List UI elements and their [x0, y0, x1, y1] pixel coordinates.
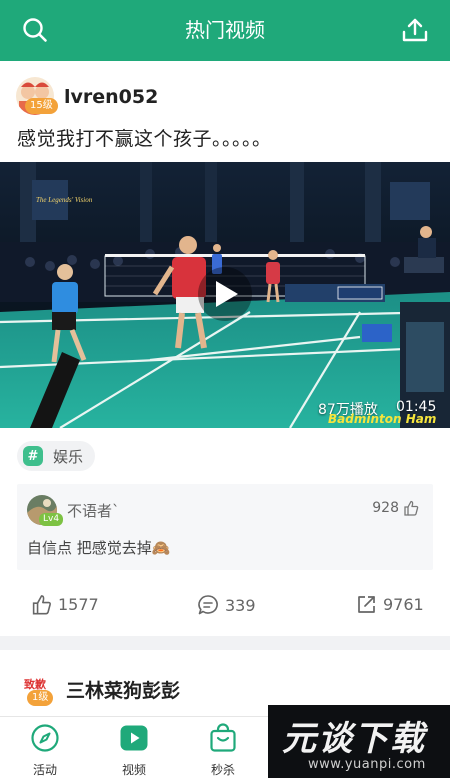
- tab-flash-sale[interactable]: 秒杀: [193, 723, 253, 778]
- watermark-text: 元谈下载: [282, 719, 426, 759]
- comment-text: 自信点 把感觉去掉🙈: [27, 539, 171, 557]
- comment-count: 339: [225, 595, 256, 615]
- level-badge: 15级: [25, 98, 58, 114]
- share-count: 9761: [383, 595, 424, 614]
- tab-label: 视频: [121, 763, 146, 777]
- comment-like-button[interactable]: 928: [372, 500, 419, 516]
- hashtag-icon: #: [23, 446, 43, 466]
- svg-text:致歉: 致歉: [24, 677, 46, 691]
- share-button[interactable]: 9761: [356, 594, 424, 615]
- tab-label: 秒杀: [210, 763, 235, 777]
- shopping-bag-icon: [210, 723, 236, 752]
- tab-label: 活动: [32, 763, 57, 777]
- post-header: 15级 lvren052 感觉我打不赢这个孩子。。。。。: [0, 61, 450, 161]
- comment-author[interactable]: 不语者`: [67, 500, 120, 521]
- video-watermark: Badminton Ham: [328, 412, 437, 426]
- top-bar: 热门视频: [0, 0, 450, 61]
- next-post-username[interactable]: 三林菜狗彭彭: [66, 676, 180, 703]
- thumbs-up-icon: [404, 500, 419, 516]
- thumbs-up-icon: [32, 595, 51, 615]
- share-icon: [358, 596, 375, 613]
- tab-video[interactable]: 视频: [104, 723, 164, 778]
- comment-like-count: 928: [372, 500, 399, 516]
- tag-label: 娱乐: [53, 447, 84, 466]
- page-title: 热门视频: [185, 18, 265, 42]
- post-actions: 1577 339 9761: [0, 586, 450, 628]
- feed-divider: [0, 636, 450, 650]
- username[interactable]: lvren052: [64, 86, 158, 108]
- upload-icon: [402, 18, 428, 42]
- comment-button[interactable]: 339: [197, 594, 256, 616]
- top-comment[interactable]: Lv4 不语者` 928 自信点 把感觉去掉🙈: [17, 484, 433, 570]
- arena-sign: The Legends' Vision: [36, 196, 93, 204]
- comment-level-badge: Lv4: [39, 513, 64, 526]
- compass-icon: [31, 724, 59, 752]
- play-button[interactable]: [198, 267, 252, 321]
- video-player[interactable]: The Legends' Vision: [0, 162, 450, 428]
- topic-tag[interactable]: # 娱乐: [17, 441, 96, 471]
- like-button[interactable]: 1577: [31, 594, 99, 615]
- next-post-level-badge: 1级: [27, 690, 54, 706]
- video-play-icon: [120, 725, 148, 751]
- post-text: 感觉我打不赢这个孩子。。。。。: [17, 128, 272, 150]
- watermark-url: www.yuanpi.com: [308, 757, 426, 772]
- upload-button[interactable]: [395, 12, 435, 48]
- like-count: 1577: [58, 595, 99, 614]
- watermark-banner: 元谈下载 www.yuanpi.com: [268, 705, 450, 778]
- tab-activity[interactable]: 活动: [15, 723, 75, 778]
- comment-bubble-icon: [198, 595, 218, 615]
